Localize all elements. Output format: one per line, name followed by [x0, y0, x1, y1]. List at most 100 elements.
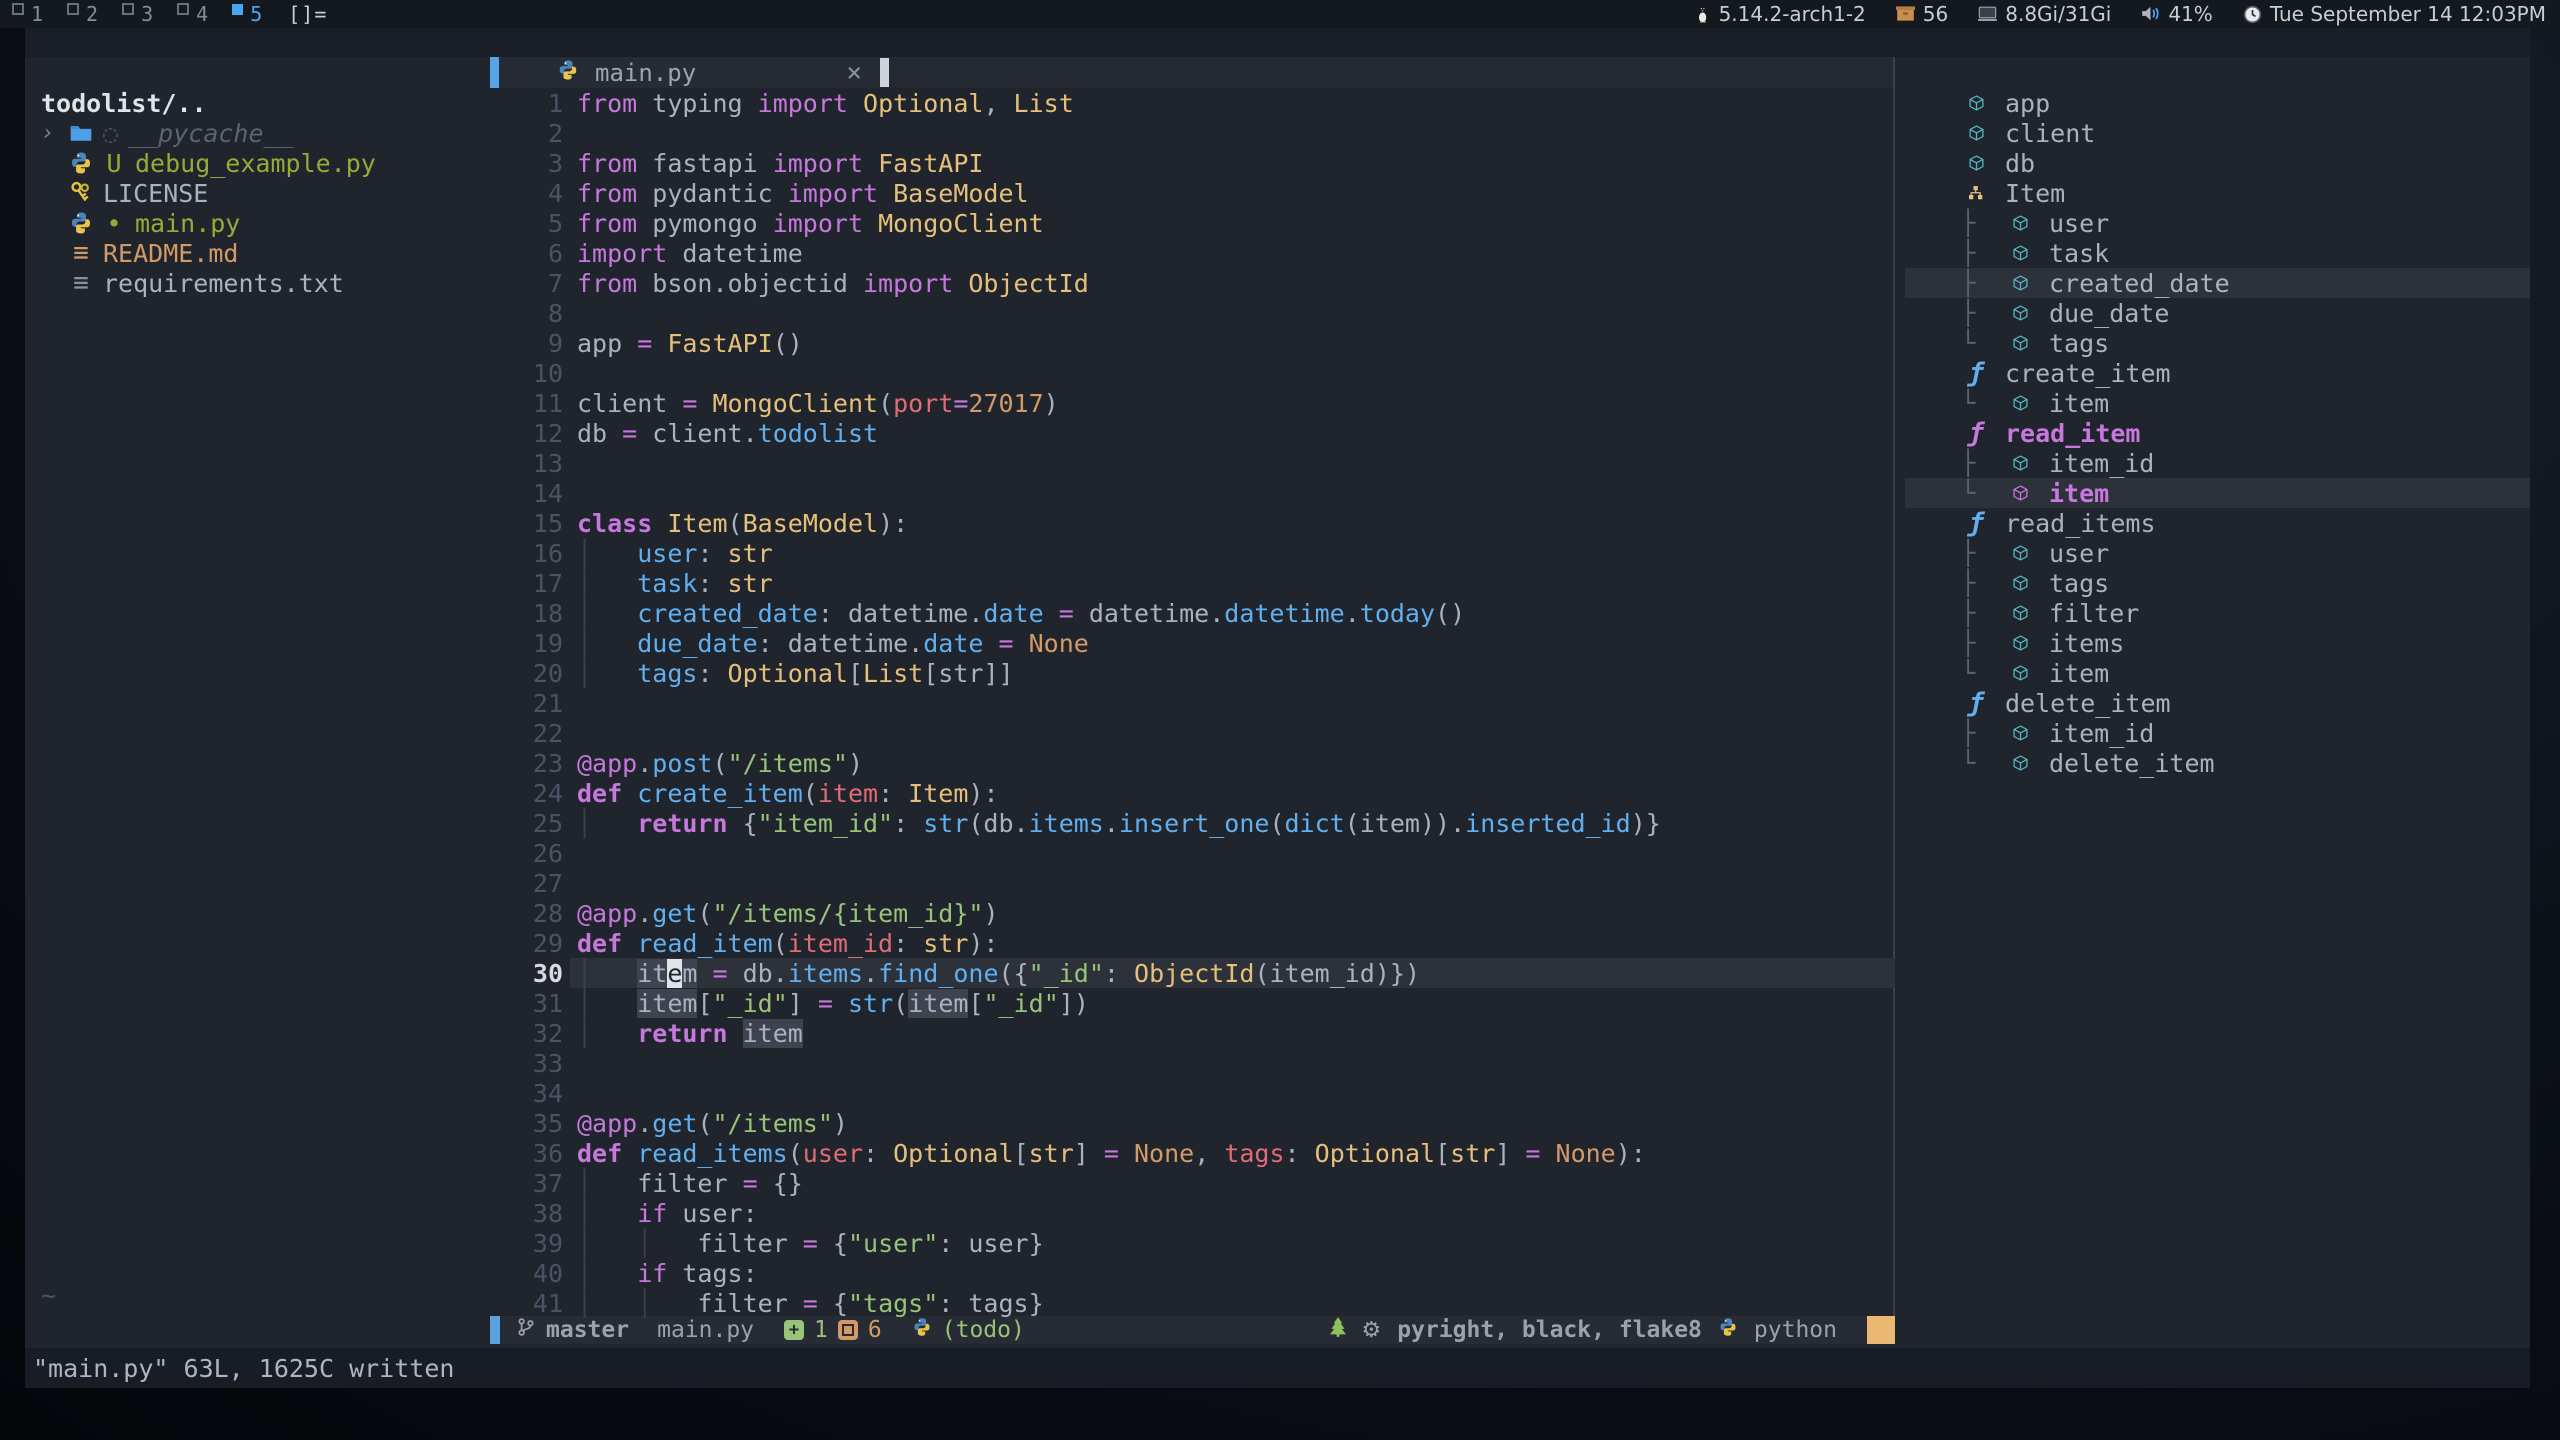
symbol-item-db[interactable]: db [1905, 148, 2530, 178]
code-line-33[interactable]: 33 [490, 1048, 1895, 1078]
code-line-4[interactable]: 4from pydantic import BaseModel [490, 178, 1895, 208]
code-line-20[interactable]: 20│ tags: Optional[List[str]] [490, 658, 1895, 688]
code-text: db = client.todolist [577, 419, 878, 448]
code-line-7[interactable]: 7from bson.objectid import ObjectId [490, 268, 1895, 298]
symbol-item-Item[interactable]: Item [1905, 178, 2530, 208]
tree-guide: ├ [1961, 629, 2005, 657]
code-line-26[interactable]: 26 [490, 838, 1895, 868]
code-line-37[interactable]: 37│ filter = {} [490, 1168, 1895, 1198]
close-icon[interactable]: × [846, 58, 880, 88]
code-line-32[interactable]: 32│ return item [490, 1018, 1895, 1048]
line-number: 36 [490, 1139, 563, 1168]
symbol-item-create_item[interactable]: ƒcreate_item [1905, 358, 2530, 388]
code-line-1[interactable]: 1from typing import Optional, List [490, 88, 1895, 118]
code-line-9[interactable]: 9app = FastAPI() [490, 328, 1895, 358]
file-tree-item-__pycache__[interactable]: ›◌__pycache__ [25, 118, 490, 148]
symbol-label: items [2049, 629, 2124, 658]
workspace-button-3[interactable]: 3 [110, 0, 165, 28]
code-text: │ return {"item_id": str(db.items.insert… [577, 809, 1661, 838]
code-line-15[interactable]: 15class Item(BaseModel): [490, 508, 1895, 538]
symbol-item-item[interactable]: └item [1905, 388, 2530, 418]
code-line-19[interactable]: 19│ due_date: datetime.date = None [490, 628, 1895, 658]
code-line-28[interactable]: 28@app.get("/items/{item_id}") [490, 898, 1895, 928]
code-line-10[interactable]: 10 [490, 358, 1895, 388]
code-line-22[interactable]: 22 [490, 718, 1895, 748]
symbol-item-due_date[interactable]: ├due_date [1905, 298, 2530, 328]
code-line-38[interactable]: 38│ if user: [490, 1198, 1895, 1228]
file-tree-item-LICENSE[interactable]: LICENSE [25, 178, 490, 208]
buffer-tab[interactable]: main.py × [499, 57, 880, 88]
code-line-13[interactable]: 13 [490, 448, 1895, 478]
file-tree-item-README.md[interactable]: ≡README.md [25, 238, 490, 268]
code-line-27[interactable]: 27 [490, 868, 1895, 898]
symbol-item-task[interactable]: ├task [1905, 238, 2530, 268]
symbol-item-item[interactable]: └item [1905, 658, 2530, 688]
code-line-3[interactable]: 3from fastapi import FastAPI [490, 148, 1895, 178]
code-line-12[interactable]: 12db = client.todolist [490, 418, 1895, 448]
code-line-16[interactable]: 16│ user: str [490, 538, 1895, 568]
symbol-item-created_date[interactable]: ├created_date [1905, 268, 2530, 298]
tree-guide: ├ [1961, 569, 2005, 597]
code-line-30[interactable]: 30│ item = db.items.find_one({"_id": Obj… [490, 958, 1895, 988]
symbol-item-delete_item[interactable]: ƒdelete_item [1905, 688, 2530, 718]
code-line-40[interactable]: 40│ if tags: [490, 1258, 1895, 1288]
code-line-18[interactable]: 18│ created_date: datetime.date = dateti… [490, 598, 1895, 628]
symbol-item-item_id[interactable]: ├item_id [1905, 718, 2530, 748]
line-number: 11 [490, 389, 563, 418]
code-line-2[interactable]: 2 [490, 118, 1895, 148]
symbol-item-tags[interactable]: ├tags [1905, 568, 2530, 598]
workspace-button-5[interactable]: 5 [220, 0, 274, 28]
symbol-item-app[interactable]: app [1905, 88, 2530, 118]
symbol-item-read_item[interactable]: ƒread_item [1905, 418, 2530, 448]
code-line-24[interactable]: 24def create_item(item: Item): [490, 778, 1895, 808]
code-line-6[interactable]: 6import datetime [490, 238, 1895, 268]
file-tree-item-debug_example.py[interactable]: Udebug_example.py [25, 148, 490, 178]
tree-guide: ├ [1961, 539, 2005, 567]
cube-icon [1969, 155, 1984, 171]
cube-icon [2013, 575, 2028, 591]
code-line-35[interactable]: 35@app.get("/items") [490, 1108, 1895, 1138]
code-line-34[interactable]: 34 [490, 1078, 1895, 1108]
code-line-39[interactable]: 39│ │ filter = {"user": user} [490, 1228, 1895, 1258]
code-line-31[interactable]: 31│ item["_id"] = str(item["_id"]) [490, 988, 1895, 1018]
symbol-item-item[interactable]: └item [1905, 478, 2530, 508]
symbol-item-user[interactable]: ├user [1905, 538, 2530, 568]
symbol-item-user[interactable]: ├user [1905, 208, 2530, 238]
symbol-item-read_items[interactable]: ƒread_items [1905, 508, 2530, 538]
bufferline: main.py × [490, 57, 1895, 88]
workspace-button-2[interactable]: 2 [55, 0, 110, 28]
line-number: 32 [490, 1019, 563, 1048]
symbol-label: delete_item [2049, 749, 2215, 778]
workspace-label: 2 [86, 2, 98, 26]
symbol-item-delete_item[interactable]: └delete_item [1905, 748, 2530, 778]
pine-icon [1330, 1317, 1346, 1337]
file-tree-item-main.py[interactable]: •main.py [25, 208, 490, 238]
symbol-item-client[interactable]: client [1905, 118, 2530, 148]
code-line-17[interactable]: 17│ task: str [490, 568, 1895, 598]
code-line-14[interactable]: 14 [490, 478, 1895, 508]
code-line-21[interactable]: 21 [490, 688, 1895, 718]
cube-icon [2013, 485, 2028, 501]
variable-cube-icon [2005, 755, 2035, 771]
symbol-item-items[interactable]: ├ items [1905, 628, 2530, 658]
variable-cube-icon [2005, 575, 2035, 591]
workspace-button-4[interactable]: 4 [165, 0, 220, 28]
symbol-item-filter[interactable]: ├filter [1905, 598, 2530, 628]
window-separator[interactable] [1893, 57, 1895, 1316]
symbol-item-item_id[interactable]: ├item_id [1905, 448, 2530, 478]
symbol-item-tags[interactable]: └tags [1905, 328, 2530, 358]
code-line-36[interactable]: 36def read_items(user: Optional[str] = N… [490, 1138, 1895, 1168]
code-area[interactable]: 1from typing import Optional, List23from… [490, 88, 1895, 1318]
code-line-5[interactable]: 5from pymongo import MongoClient [490, 208, 1895, 238]
code-line-29[interactable]: 29def read_item(item_id: str): [490, 928, 1895, 958]
code-line-41[interactable]: 41│ │ filter = {"tags": tags} [490, 1288, 1895, 1318]
file-tree-item-requirements.txt[interactable]: ≡requirements.txt [25, 268, 490, 298]
workspace-button-1[interactable]: 1 [0, 0, 55, 28]
line-number: 2 [490, 119, 563, 148]
code-line-23[interactable]: 23@app.post("/items") [490, 748, 1895, 778]
code-text: │ if user: [577, 1199, 758, 1228]
code-line-25[interactable]: 25│ return {"item_id": str(db.items.inse… [490, 808, 1895, 838]
code-line-8[interactable]: 8 [490, 298, 1895, 328]
code-line-11[interactable]: 11client = MongoClient(port=27017) [490, 388, 1895, 418]
line-number: 26 [490, 839, 563, 868]
